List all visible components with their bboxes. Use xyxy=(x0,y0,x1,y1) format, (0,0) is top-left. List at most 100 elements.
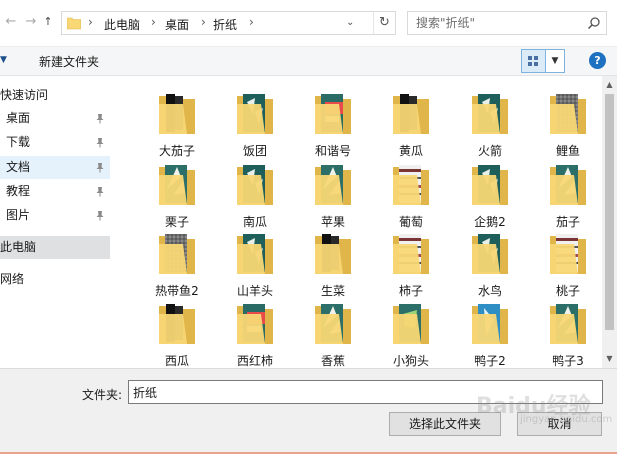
sidebar-item-this-pc[interactable]: 此电脑 xyxy=(0,236,110,259)
folder-label: 生菜 xyxy=(320,284,345,298)
sidebar-item-label: 文档 xyxy=(6,160,31,174)
folder-label: 柿子 xyxy=(398,284,423,298)
folder-icon xyxy=(472,94,508,134)
folder-label: 火箭 xyxy=(477,144,502,158)
breadcrumb-separator-icon: › xyxy=(88,15,93,29)
pin-icon[interactable] xyxy=(95,113,105,124)
search-icon[interactable] xyxy=(587,16,601,30)
toolbar: ▼ 新建文件夹 ▼ ? xyxy=(0,46,617,76)
folder-item[interactable]: 饭团 xyxy=(217,88,293,158)
folder-icon xyxy=(472,165,508,205)
scroll-down-icon[interactable]: ▼ xyxy=(602,352,617,366)
sidebar-item-label: 此电脑 xyxy=(0,240,37,254)
folder-item[interactable]: 山羊头 xyxy=(217,228,293,298)
address-row: ← → ↑ › 此电脑 › 桌面 › 折纸 › ⌄ ↻ xyxy=(0,0,617,46)
organize-dropdown-icon[interactable]: ▼ xyxy=(0,55,7,65)
folder-icon xyxy=(159,234,195,274)
breadcrumb-origami[interactable]: 折纸 xyxy=(213,16,237,33)
grid-view-icon xyxy=(528,56,538,66)
folder-item[interactable]: 香蕉 xyxy=(295,298,371,368)
breadcrumb-this-pc[interactable]: 此电脑 xyxy=(104,16,140,33)
folder-label: 热带鱼2 xyxy=(155,284,199,298)
back-arrow-icon[interactable]: ← xyxy=(4,14,18,30)
folder-icon xyxy=(237,165,273,205)
folder-icon xyxy=(393,304,429,344)
folder-icon xyxy=(237,234,273,274)
sidebar-item-tutorials[interactable]: 教程 xyxy=(0,180,110,203)
folder-label: 大茄子 xyxy=(158,144,195,158)
folder-label: 小狗头 xyxy=(392,354,429,368)
folder-icon xyxy=(393,94,429,134)
folder-item[interactable]: 西红柿 xyxy=(217,298,293,368)
breadcrumb-desktop[interactable]: 桌面 xyxy=(165,16,189,33)
scroll-up-icon[interactable]: ▲ xyxy=(602,78,617,92)
folder-icon xyxy=(472,234,508,274)
sidebar-item-desktop[interactable]: 桌面 xyxy=(0,107,110,130)
breadcrumb-separator-icon: › xyxy=(151,15,156,29)
sidebar-item-label: 快速访问 xyxy=(0,88,49,102)
folder-item[interactable]: 茄子 xyxy=(530,159,602,229)
scroll-thumb[interactable] xyxy=(605,94,614,330)
folder-item[interactable]: 和谐号 xyxy=(295,88,371,158)
sidebar-item-documents[interactable]: 文档 xyxy=(0,156,110,179)
folder-item[interactable]: 鲤鱼 xyxy=(530,88,602,158)
watermark-url: jingyan.baidu.com xyxy=(520,414,613,425)
folder-icon xyxy=(237,94,273,134)
search-input[interactable] xyxy=(408,12,584,34)
forward-arrow-icon[interactable]: → xyxy=(24,14,38,30)
folder-item[interactable]: 热带鱼2 xyxy=(139,228,215,298)
pin-icon[interactable] xyxy=(95,137,105,148)
breadcrumb-separator-icon: › xyxy=(249,15,254,29)
folder-label: 饭团 xyxy=(242,144,267,158)
folder-item[interactable]: 黄瓜 xyxy=(373,88,449,158)
up-arrow-icon[interactable]: ↑ xyxy=(41,14,55,30)
address-dropdown-icon[interactable]: ⌄ xyxy=(346,17,354,28)
folder-item[interactable]: 苹果 xyxy=(295,159,371,229)
folder-icon xyxy=(550,234,586,274)
folder-label: 鲤鱼 xyxy=(555,144,580,158)
sidebar-item-label: 桌面 xyxy=(6,111,31,125)
help-icon[interactable]: ? xyxy=(589,52,606,69)
pin-icon[interactable] xyxy=(95,210,105,221)
folder-label: 山羊头 xyxy=(236,284,273,298)
refresh-icon[interactable]: ↻ xyxy=(373,12,395,34)
folder-item[interactable]: 葡萄 xyxy=(373,159,449,229)
folder-item[interactable]: 桃子 xyxy=(530,228,602,298)
folder-icon xyxy=(159,165,195,205)
folder-item[interactable]: 柿子 xyxy=(373,228,449,298)
sidebar-item-network[interactable]: 网络 xyxy=(0,268,110,291)
pin-icon[interactable] xyxy=(95,186,105,197)
folder-item[interactable]: 大茄子 xyxy=(139,88,215,158)
new-folder-button[interactable]: 新建文件夹 xyxy=(39,53,99,70)
folder-item[interactable]: 火箭 xyxy=(452,88,528,158)
navigation-pane: 快速访问 桌面 下载 文档 教程 图片 此电脑 网络 xyxy=(0,76,110,368)
sidebar-item-downloads[interactable]: 下载 xyxy=(0,131,110,154)
sidebar-item-pictures[interactable]: 图片 xyxy=(0,204,110,227)
view-toggle-button[interactable] xyxy=(521,49,546,73)
folder-label: 鸭子2 xyxy=(474,354,506,368)
folder-item[interactable]: 栗子 xyxy=(139,159,215,229)
folder-field-label: 文件夹: xyxy=(82,388,123,402)
folder-label: 和谐号 xyxy=(314,144,351,158)
search-box[interactable] xyxy=(407,11,607,35)
folder-icon xyxy=(315,94,351,134)
pin-icon[interactable] xyxy=(95,162,105,173)
folder-item[interactable]: 鸭子2 xyxy=(452,298,528,368)
folder-label: 鸭子3 xyxy=(552,354,584,368)
view-dropdown-icon[interactable]: ▼ xyxy=(546,49,565,73)
sidebar-item-quick-access[interactable]: 快速访问 xyxy=(0,84,110,107)
folder-item[interactable]: 南瓜 xyxy=(217,159,293,229)
folder-item[interactable]: 生菜 xyxy=(295,228,371,298)
sidebar-item-label: 教程 xyxy=(6,184,31,198)
folder-item[interactable]: 企鹅2 xyxy=(452,159,528,229)
folder-grid: 大茄子 饭团 和谐号 黄瓜 火箭 鲤鱼栗子 南瓜 苹果 葡萄 企鹅2 茄子热带鱼2 山羊头 生菜 柿子 水鸟… xyxy=(110,76,602,368)
sidebar-item-label: 图片 xyxy=(6,208,31,222)
vertical-scrollbar[interactable]: ▲ ▼ xyxy=(602,76,617,368)
folder-icon xyxy=(159,304,195,344)
folder-item[interactable]: 小狗头 xyxy=(373,298,449,368)
folder-item[interactable]: 西瓜 xyxy=(139,298,215,368)
folder-item[interactable]: 水鸟 xyxy=(452,228,528,298)
address-bar[interactable]: › 此电脑 › 桌面 › 折纸 › ⌄ ↻ xyxy=(61,11,396,35)
folder-icon xyxy=(550,304,586,344)
folder-item[interactable]: 鸭子3 xyxy=(530,298,602,368)
